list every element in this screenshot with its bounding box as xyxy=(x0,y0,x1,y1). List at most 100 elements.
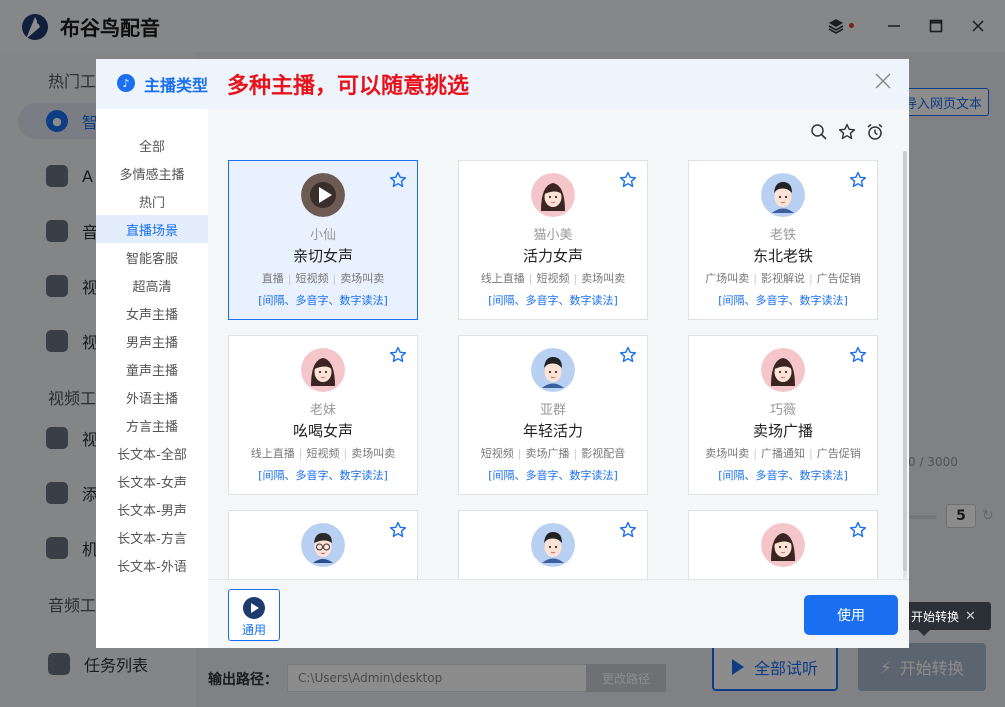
tag: 广场叫卖 xyxy=(705,272,750,285)
category-item[interactable]: 超高清 xyxy=(96,271,208,299)
anchor-card[interactable]: 亚群 年轻活力 短视频 | 卖场广播 | 影视配音 [间隔、多音字、数字读法] xyxy=(458,335,648,495)
dialog-title: 主播类型 xyxy=(144,76,209,95)
tag-separator: | xyxy=(809,272,813,285)
tag-separator: | xyxy=(343,447,348,460)
anchor-card[interactable] xyxy=(458,510,648,579)
tag: 卖场叫卖 xyxy=(351,447,396,460)
category-list: 全部 多情感主播 热门 直播场景 智能客服 超高清 女声主播 男声主播 童声主播 外语主播 方言主播… xyxy=(96,109,208,648)
close-icon xyxy=(875,73,891,89)
scene-tags: 卖场叫卖 | 广播通知 | 广告促销 xyxy=(689,445,877,461)
grid-scrollbar[interactable] xyxy=(903,151,907,579)
anchor-name: 老妹 xyxy=(309,403,336,418)
tag: 线上直播 xyxy=(250,447,295,460)
tag: 影视配音 xyxy=(581,447,626,460)
anchor-avatar xyxy=(531,173,575,217)
tag-separator: | xyxy=(573,447,578,460)
tag-separator: | xyxy=(528,272,533,285)
category-item[interactable]: 长文本-方言 xyxy=(96,523,208,551)
favorite-star-icon[interactable] xyxy=(389,346,407,364)
anchor-avatar xyxy=(761,173,805,217)
feature-tags: [间隔、多音字、数字读法] xyxy=(488,469,618,482)
feature-tags: [间隔、多音字、数字读法] xyxy=(718,294,848,307)
tag: 卖场叫卖 xyxy=(340,272,385,285)
scene-tags: 直播 | 短视频 | 卖场叫卖 xyxy=(229,270,417,286)
voice-style: 亲切女声 xyxy=(292,247,353,265)
anchor-card[interactable] xyxy=(688,510,878,579)
use-button[interactable]: 使用 xyxy=(804,595,898,635)
anchor-card[interactable]: 巧薇 卖场广播 卖场叫卖 | 广播通知 | 广告促销 [间隔、多音字、数字读法] xyxy=(688,335,878,495)
anchor-avatar xyxy=(531,348,575,392)
voice-style: 年轻活力 xyxy=(522,422,583,440)
favorite-star-icon[interactable] xyxy=(389,171,407,189)
category-item[interactable]: 男声主播 xyxy=(96,327,208,355)
voice-style: 卖场广播 xyxy=(752,422,813,440)
favorite-star-icon[interactable] xyxy=(619,346,637,364)
favorite-star-icon[interactable] xyxy=(849,171,867,189)
feature-tags: [间隔、多音字、数字读法] xyxy=(718,469,848,482)
dialog-close-button[interactable] xyxy=(871,69,895,93)
anchor-avatar xyxy=(531,523,575,567)
anchor-card[interactable]: 猫小美活力女声线上直播 | 短视频 | 卖场叫卖 [间隔、多音字、数字读法] xyxy=(458,160,648,320)
category-item[interactable]: 童声主播 xyxy=(96,355,208,383)
category-item[interactable]: 长文本-全部 xyxy=(96,439,208,467)
category-item[interactable]: 多情感主播 xyxy=(96,159,208,187)
category-item[interactable]: 外语主播 xyxy=(96,383,208,411)
favorite-star-icon[interactable] xyxy=(389,521,407,539)
tag-separator: | xyxy=(298,447,303,460)
tag-separator: | xyxy=(517,447,522,460)
anchor-avatar xyxy=(761,523,805,567)
start-convert-tooltip: 开始转换 ✕ xyxy=(905,602,991,630)
anchor-card[interactable]: 老铁 东北老铁 广场叫卖 | 影视解说 | 广告促销 [间隔、多音字、数字读法] xyxy=(688,160,878,320)
feature-tags: [间隔、多音字、数字读法] xyxy=(258,469,388,482)
general-voice-button[interactable]: 通用 xyxy=(228,589,280,641)
tag: 短视频 xyxy=(536,272,570,285)
dialog-footer: 通用 使用 xyxy=(208,579,909,648)
music-note-icon: ♪ xyxy=(117,74,135,92)
category-item[interactable]: 长文本-外语 xyxy=(96,551,208,579)
category-item[interactable]: 热门 xyxy=(96,187,208,215)
category-item[interactable]: 女声主播 xyxy=(96,299,208,327)
tag-separator: | xyxy=(332,272,337,285)
tag: 广告促销 xyxy=(816,447,861,460)
play-circle-icon xyxy=(243,597,265,619)
scene-tags: 线上直播 | 短视频 | 卖场叫卖 xyxy=(229,445,417,461)
tag: 影视解说 xyxy=(761,272,805,285)
tag: 短视频 xyxy=(480,447,514,460)
tag: 线上直播 xyxy=(480,272,525,285)
tooltip-close-icon[interactable]: ✕ xyxy=(965,609,976,624)
feature-tags: [间隔、多音字、数字读法] xyxy=(488,294,618,307)
tag: 短视频 xyxy=(306,447,340,460)
search-icon[interactable] xyxy=(810,123,828,141)
tag: 卖场广播 xyxy=(525,447,570,460)
voice-style: 活力女声 xyxy=(522,247,583,265)
alarm-clock-icon[interactable] xyxy=(866,123,884,141)
scene-tags: 广场叫卖 | 影视解说 | 广告促销 xyxy=(689,270,877,286)
category-item[interactable]: 直播场景 xyxy=(96,215,208,243)
star-icon[interactable] xyxy=(838,123,856,141)
anchor-card[interactable] xyxy=(228,510,418,579)
tag-separator: | xyxy=(287,272,292,285)
anchor-card[interactable]: 小仙 亲切女声 直播 | 短视频 | 卖场叫卖 [间隔、多音字、数字读法] xyxy=(228,160,418,320)
tag-separator: | xyxy=(809,447,813,460)
play-avatar-icon[interactable] xyxy=(301,173,345,217)
voice-style: 东北老铁 xyxy=(752,247,813,265)
anchor-card[interactable]: 老妹 吆喝女声 线上直播 | 短视频 | 卖场叫卖 [间隔、多音字、数字读法] xyxy=(228,335,418,495)
scene-tags: 线上直播 | 短视频 | 卖场叫卖 xyxy=(459,270,647,286)
category-item[interactable]: 智能客服 xyxy=(96,243,208,271)
favorite-star-icon[interactable] xyxy=(619,171,637,189)
category-item[interactable]: 长文本-女声 xyxy=(96,467,208,495)
scrollbar-thumb[interactable] xyxy=(903,151,907,571)
tooltip-arrow xyxy=(918,630,930,636)
anchor-name: 巧薇 xyxy=(769,403,796,418)
tag: 广播通知 xyxy=(761,447,805,460)
anchor-name: 猫小美 xyxy=(533,228,573,243)
favorite-star-icon[interactable] xyxy=(849,346,867,364)
favorite-star-icon[interactable] xyxy=(849,521,867,539)
category-item[interactable]: 方言主播 xyxy=(96,411,208,439)
voice-style: 吆喝女声 xyxy=(292,422,353,440)
category-item[interactable]: 长文本-男声 xyxy=(96,495,208,523)
favorite-star-icon[interactable] xyxy=(619,521,637,539)
category-item[interactable]: 全部 xyxy=(96,131,208,159)
tag: 短视频 xyxy=(295,272,329,285)
anchor-type-dialog: ♪ 主播类型 多种主播，可以随意挑选 全部 多情感主播 热门 直播场景 智能客服 超高清女… xyxy=(96,59,909,648)
